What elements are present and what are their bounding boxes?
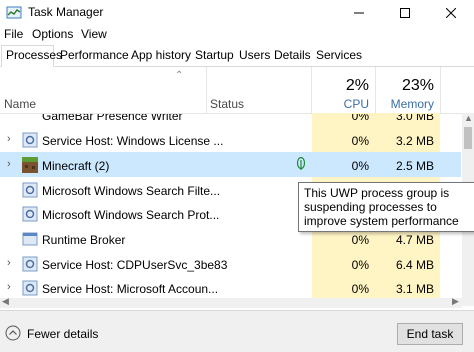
memory-value: 3.2 MB <box>395 134 434 148</box>
tab-services[interactable]: Services <box>312 46 366 66</box>
tab-performance[interactable]: Performance <box>56 46 133 66</box>
menu-file[interactable]: File <box>4 27 23 41</box>
chevron-up-circle-icon[interactable] <box>5 325 21 344</box>
menu-options[interactable]: Options <box>32 27 73 41</box>
search-service-icon <box>22 206 38 222</box>
tooltip: This UWP process group is suspending pro… <box>298 182 474 232</box>
close-icon <box>446 8 456 18</box>
expand-chevron-icon[interactable]: › <box>7 257 11 269</box>
gear-icon <box>22 256 38 272</box>
menu-view[interactable]: View <box>81 27 107 41</box>
process-name: Runtime Broker <box>42 233 126 247</box>
memory-value: 3.1 MB <box>395 282 434 296</box>
task-manager-icon <box>6 5 22 21</box>
tab-processes[interactable]: Processes <box>1 45 62 67</box>
column-divider <box>206 67 207 113</box>
tab-users[interactable]: Users <box>235 46 274 66</box>
column-divider <box>440 67 441 113</box>
cpu-value: 0% <box>351 258 369 272</box>
close-button[interactable] <box>428 0 474 26</box>
minimize-icon <box>354 12 364 14</box>
cpu-value: 0% <box>351 233 369 247</box>
process-name: Service Host: CDPUserSvc_3be83 <box>42 258 228 272</box>
process-name: Service Host: Windows License ... <box>42 134 224 148</box>
cpu-value: 0% <box>351 159 369 173</box>
minecraft-icon <box>22 157 38 173</box>
scroll-right-icon[interactable]: ▶ <box>452 296 459 307</box>
horizontal-scrollbar[interactable]: ◀ ▶ <box>0 296 462 308</box>
suspended-leaf-icon[interactable] <box>296 156 306 174</box>
memory-value: 4.7 MB <box>395 233 434 247</box>
process-name: Microsoft Windows Search Filte... <box>42 184 221 198</box>
tab-startup[interactable]: Startup <box>191 46 238 66</box>
maximize-icon <box>400 8 410 18</box>
tab-app-history[interactable]: App history <box>127 46 195 66</box>
runtime-broker-icon <box>22 231 38 247</box>
gear-icon <box>22 132 38 148</box>
memory-value: 2.5 MB <box>395 159 434 173</box>
header-cpu-percent: 2% <box>345 77 369 94</box>
search-service-icon <box>22 182 38 198</box>
fewer-details-link[interactable]: Fewer details <box>27 327 98 341</box>
minimize-button[interactable] <box>336 0 382 26</box>
gear-icon <box>22 280 38 296</box>
scroll-thumb[interactable] <box>464 127 472 149</box>
sort-up-icon: ⌃ <box>175 70 184 81</box>
process-name: Microsoft Windows Search Prot... <box>42 208 220 222</box>
cpu-value: 0% <box>351 282 369 296</box>
process-name: Service Host: Microsoft Accoun... <box>42 282 219 296</box>
expand-chevron-icon[interactable]: › <box>7 281 11 293</box>
memory-value: 6.4 MB <box>395 258 434 272</box>
expand-chevron-icon[interactable]: › <box>7 158 11 170</box>
scroll-left-icon[interactable]: ◀ <box>2 296 9 307</box>
scroll-up-icon[interactable]: ▲ <box>464 113 473 123</box>
expand-chevron-icon[interactable]: › <box>7 133 11 145</box>
header-memory-percent: 23% <box>401 77 434 94</box>
cpu-value: 0% <box>351 134 369 148</box>
maximize-button[interactable] <box>382 0 428 26</box>
process-name: Minecraft (2) <box>42 159 110 173</box>
tab-details[interactable]: Details <box>270 46 315 66</box>
end-task-button[interactable]: End task <box>397 323 463 345</box>
window-title: Task Manager <box>28 5 104 19</box>
